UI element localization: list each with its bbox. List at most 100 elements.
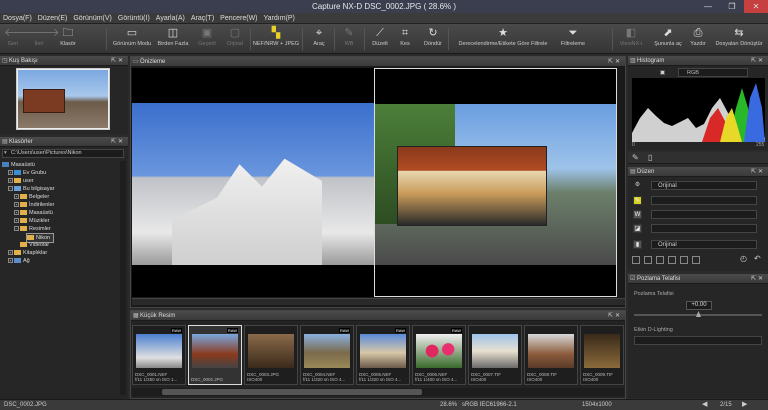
adjust-row[interactable]: ◪: [633, 224, 757, 233]
thumbnail-item[interactable]: RAW DSC_0006.NEF f/11 1/400 sn ISO 4...: [412, 325, 466, 385]
viewnx-button[interactable]: ◧ ViewNX-i: [616, 26, 646, 52]
rating-filter-button[interactable]: ★ Derecelendirme/Etikete Göre Filtrele: [452, 26, 554, 52]
maximize-button[interactable]: ❐: [720, 0, 744, 13]
tool-icon[interactable]: [632, 256, 640, 264]
tree-item-downloads[interactable]: + İndirilenler: [14, 201, 54, 209]
picture-control-icon[interactable]: ◪: [633, 224, 642, 233]
thumbnail-item[interactable]: RAW DSC_0001.NEF f/11 1/250 sn ISO 1...: [132, 325, 186, 385]
thumbnail-item-selected[interactable]: RAW DSC_0002.JPG: [188, 325, 242, 385]
open-with-button[interactable]: ⬈ Şununla aç: [650, 26, 686, 52]
camera-icon[interactable]: ▮: [633, 240, 642, 249]
folder-button[interactable]: 🗀 Klasör: [56, 26, 80, 52]
expand-icon[interactable]: +: [8, 250, 13, 256]
thumbnail-scrollbar[interactable]: [132, 388, 624, 396]
gear-icon[interactable]: ⚙: [633, 181, 642, 190]
preset-select[interactable]: Orijinal: [651, 181, 757, 190]
menu-tools[interactable]: Araç(T): [188, 13, 217, 24]
tree-item-this-pc[interactable]: − Bu bilgisayar: [8, 185, 55, 193]
checkbox-icon[interactable]: ☑: [630, 274, 635, 284]
birds-eye-thumbnail[interactable]: [16, 68, 110, 130]
current-button[interactable]: ▣ Geçerli: [194, 26, 220, 52]
panel-controls[interactable]: ⇱✕: [751, 167, 765, 177]
collapse-icon[interactable]: −: [8, 186, 13, 192]
panel-controls[interactable]: ⇱✕: [608, 57, 622, 67]
minimize-button[interactable]: —: [696, 0, 720, 13]
panel-controls[interactable]: ⇱✕: [111, 56, 125, 66]
menu-image[interactable]: Görüntü(I): [115, 13, 153, 24]
expand-icon[interactable]: +: [14, 210, 19, 216]
viewer-scrollbar[interactable]: [132, 298, 625, 305]
filter-button[interactable]: ⏷ Filtreleme: [556, 26, 590, 52]
adjust-row[interactable]: W: [633, 210, 757, 219]
menu-adjust[interactable]: Ayarla(A): [153, 13, 188, 24]
thumbnail-item[interactable]: DSC_0009.TIF ISO400: [580, 325, 624, 385]
panel-controls[interactable]: ⇱✕: [111, 137, 125, 147]
tree-item-videos[interactable]: Videolar: [20, 241, 49, 249]
tool-icon[interactable]: [644, 256, 652, 264]
print-button[interactable]: ⎙ Yazdır: [686, 26, 710, 52]
edit-tab-icon[interactable]: ✎: [632, 153, 639, 162]
tool-icon[interactable]: [656, 256, 664, 264]
nef-jpeg-button[interactable]: ▚ NEF/NRW + JPEG: [252, 26, 300, 52]
folder-path-field[interactable]: ▾ C:\Users\user\Pictures\Nikon: [2, 149, 124, 158]
expand-icon[interactable]: +: [14, 218, 19, 224]
thumbnail-item[interactable]: DSC_0007.TIF ISO400: [468, 325, 522, 385]
close-button[interactable]: ✕: [744, 0, 768, 13]
menu-window[interactable]: Pencere(W): [217, 13, 260, 24]
active-dlighting-select[interactable]: [634, 336, 762, 345]
adjusted-image-pane[interactable]: [374, 68, 617, 297]
preset2-select[interactable]: Orijinal: [651, 240, 757, 249]
prev-image-icon[interactable]: ◀: [702, 400, 707, 410]
adjust-preset-row[interactable]: ⚙ Orijinal: [633, 181, 757, 190]
tree-item-desktop[interactable]: Masaüstü: [2, 161, 35, 169]
wb-icon[interactable]: W: [633, 210, 642, 219]
tree-item-documents[interactable]: + Belgeler: [14, 193, 49, 201]
thumbnail-item[interactable]: DSC_0008.TIF ISO400: [524, 325, 578, 385]
back-button[interactable]: 🡐 Geri: [4, 26, 34, 52]
expand-icon[interactable]: +: [8, 170, 13, 176]
tool-icon[interactable]: [668, 256, 676, 264]
tree-item-user[interactable]: + user: [8, 177, 34, 185]
tree-item-music[interactable]: + Müzikler: [14, 217, 49, 225]
tree-item-desktop-2[interactable]: + Masaüstü: [14, 209, 53, 217]
undo-icon[interactable]: ↶: [754, 254, 761, 263]
panel-controls[interactable]: ⇱✕: [751, 56, 765, 66]
viewport-indicator[interactable]: [17, 69, 109, 129]
wb-button[interactable]: ✎ WB: [338, 26, 360, 52]
adjust-select[interactable]: [651, 224, 757, 233]
forward-button[interactable]: 🡒 İleri: [30, 26, 60, 52]
info-tab-icon[interactable]: ▯: [648, 153, 652, 162]
panel-controls[interactable]: ⇱✕: [608, 311, 622, 321]
expand-icon[interactable]: +: [14, 202, 19, 208]
tree-item-libraries[interactable]: + Kitaplıklar: [8, 249, 47, 257]
edit-icon[interactable]: ✎: [633, 196, 642, 205]
expand-icon[interactable]: +: [8, 258, 13, 264]
rotate-button[interactable]: ↻ Döndür: [420, 26, 446, 52]
menu-view[interactable]: Görünüm(V): [70, 13, 115, 24]
convert-files-button[interactable]: ⇆ Dosyaları Dönüştür: [712, 26, 766, 52]
tool-icon[interactable]: [680, 256, 688, 264]
tool-button[interactable]: ⌖ Araç: [306, 26, 332, 52]
panel-controls[interactable]: ⇱✕: [751, 274, 765, 284]
menu-file[interactable]: Dosya(F): [0, 13, 35, 24]
thumbnail-item[interactable]: DSC_0003.JPG ISO400: [244, 325, 298, 385]
expand-icon[interactable]: +: [8, 178, 13, 184]
menu-edit[interactable]: Düzen(E): [35, 13, 71, 24]
original-image-pane[interactable]: [132, 68, 374, 297]
history-icon[interactable]: ◴: [740, 254, 747, 263]
exposure-value-field[interactable]: +0.00: [686, 301, 712, 310]
adjust-select[interactable]: [651, 210, 757, 219]
channel-select[interactable]: RGB: [678, 68, 748, 77]
original-button[interactable]: ▢ Orjinal: [222, 26, 248, 52]
adjust-row[interactable]: ▮ Orijinal: [633, 240, 757, 249]
scrollbar-thumb[interactable]: [162, 389, 422, 395]
view-mode-button[interactable]: ▭ Görünüm Modu: [112, 26, 152, 52]
multi-view-button[interactable]: ◫ Birden Fazla: [156, 26, 190, 52]
adjust-row[interactable]: ✎: [633, 196, 757, 205]
straighten-button[interactable]: ⟋ Düzelt: [368, 26, 392, 52]
folders-scrollbar[interactable]: [120, 161, 126, 395]
collapse-icon[interactable]: −: [14, 226, 19, 232]
adjust-select[interactable]: [651, 196, 757, 205]
tree-item-network[interactable]: + Ağ: [8, 257, 30, 265]
menu-help[interactable]: Yardım(P): [261, 13, 298, 24]
